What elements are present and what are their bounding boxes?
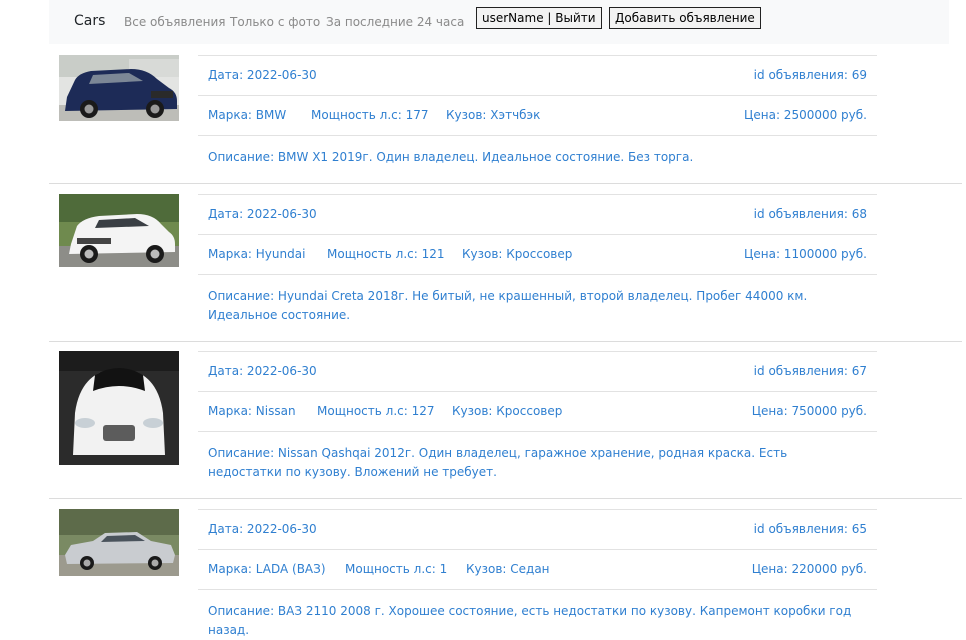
car-photo[interactable] [59,509,179,576]
listing-brand: Марка: LADA (ВАЗ) [208,562,326,576]
listing-date: Дата: 2022-06-30 [208,364,317,378]
listing-specs-row: Марка: BMW Мощность л.с: 177 Кузов: Хэтч… [198,96,877,136]
listing-description: Описание: Hyundai Creta 2018г. Не битый,… [208,289,808,322]
listing-meta-row: Дата: 2022-06-30 id объявления: 65 [198,510,877,550]
add-listing-button[interactable]: Добавить объявление [609,7,761,29]
listing-item: Дата: 2022-06-30 id объявления: 67 Марка… [49,342,962,499]
listing-power: Мощность л.с: 121 [327,247,445,261]
nav-link-all-ads[interactable]: Все объявления [124,15,225,29]
listing-date: Дата: 2022-06-30 [208,522,317,536]
listing-power: Мощность л.с: 127 [317,404,435,418]
listing-body-type: Кузов: Хэтчбэк [446,108,541,122]
listing-id: id объявления: 69 [753,68,867,82]
listing-item: Дата: 2022-06-30 id объявления: 68 Марка… [49,184,962,342]
listing-brand: Марка: Nissan [208,404,296,418]
listing-id: id объявления: 65 [753,522,867,536]
listing-item: Дата: 2022-06-30 id объявления: 65 Марка… [49,499,962,637]
listing-meta-row: Дата: 2022-06-30 id объявления: 69 [198,56,877,96]
listing-specs-row: Марка: Hyundai Мощность л.с: 121 Кузов: … [198,235,877,275]
listing-id: id объявления: 67 [753,364,867,378]
listing-description: Описание: ВАЗ 2110 2008 г. Хорошее состо… [208,604,852,637]
car-photo[interactable] [59,55,179,121]
listing-date: Дата: 2022-06-30 [208,68,317,82]
listing-price: Цена: 1100000 руб. [744,247,867,261]
listing-item: Дата: 2022-06-30 id объявления: 69 Марка… [49,44,962,184]
listing-card: Дата: 2022-06-30 id объявления: 68 Марка… [198,194,877,325]
listing-body-type: Кузов: Кроссовер [452,404,563,418]
listing-meta-row: Дата: 2022-06-30 id объявления: 68 [198,195,877,235]
listing-price: Цена: 750000 руб. [751,404,867,418]
listing-brand: Марка: BMW [208,108,287,122]
listing-card: Дата: 2022-06-30 id объявления: 67 Марка… [198,351,877,482]
listing-price: Цена: 2500000 руб. [744,108,867,122]
user-logout-button[interactable]: userName | Выйти [476,7,602,29]
listing-description: Описание: Nissan Qashqai 2012г. Один вла… [208,446,788,479]
nav-link-last-24h[interactable]: За последние 24 часа [326,15,464,29]
listing-date: Дата: 2022-06-30 [208,207,317,221]
listing-description: Описание: BMW X1 2019г. Один владелец. И… [208,150,694,164]
listing-power: Мощность л.с: 177 [311,108,429,122]
navbar: Cars Все объявления Только с фото За пос… [49,0,949,44]
brand-link[interactable]: Cars [74,13,105,29]
listing-power: Мощность л.с: 1 [345,562,448,576]
listing-price: Цена: 220000 руб. [751,562,867,576]
listing-body-type: Кузов: Седан [466,562,550,576]
listing-card: Дата: 2022-06-30 id объявления: 65 Марка… [198,509,877,640]
car-photo[interactable] [59,351,179,465]
listing-card: Дата: 2022-06-30 id объявления: 69 Марка… [198,55,877,167]
listing-id: id объявления: 68 [753,207,867,221]
nav-link-with-photo[interactable]: Только с фото [230,15,320,29]
listing-brand: Марка: Hyundai [208,247,306,261]
listing-meta-row: Дата: 2022-06-30 id объявления: 67 [198,352,877,392]
car-photo[interactable] [59,194,179,267]
listing-body-type: Кузов: Кроссовер [462,247,573,261]
listing-specs-row: Марка: Nissan Мощность л.с: 127 Кузов: К… [198,392,877,432]
listing-specs-row: Марка: LADA (ВАЗ) Мощность л.с: 1 Кузов:… [198,550,877,590]
